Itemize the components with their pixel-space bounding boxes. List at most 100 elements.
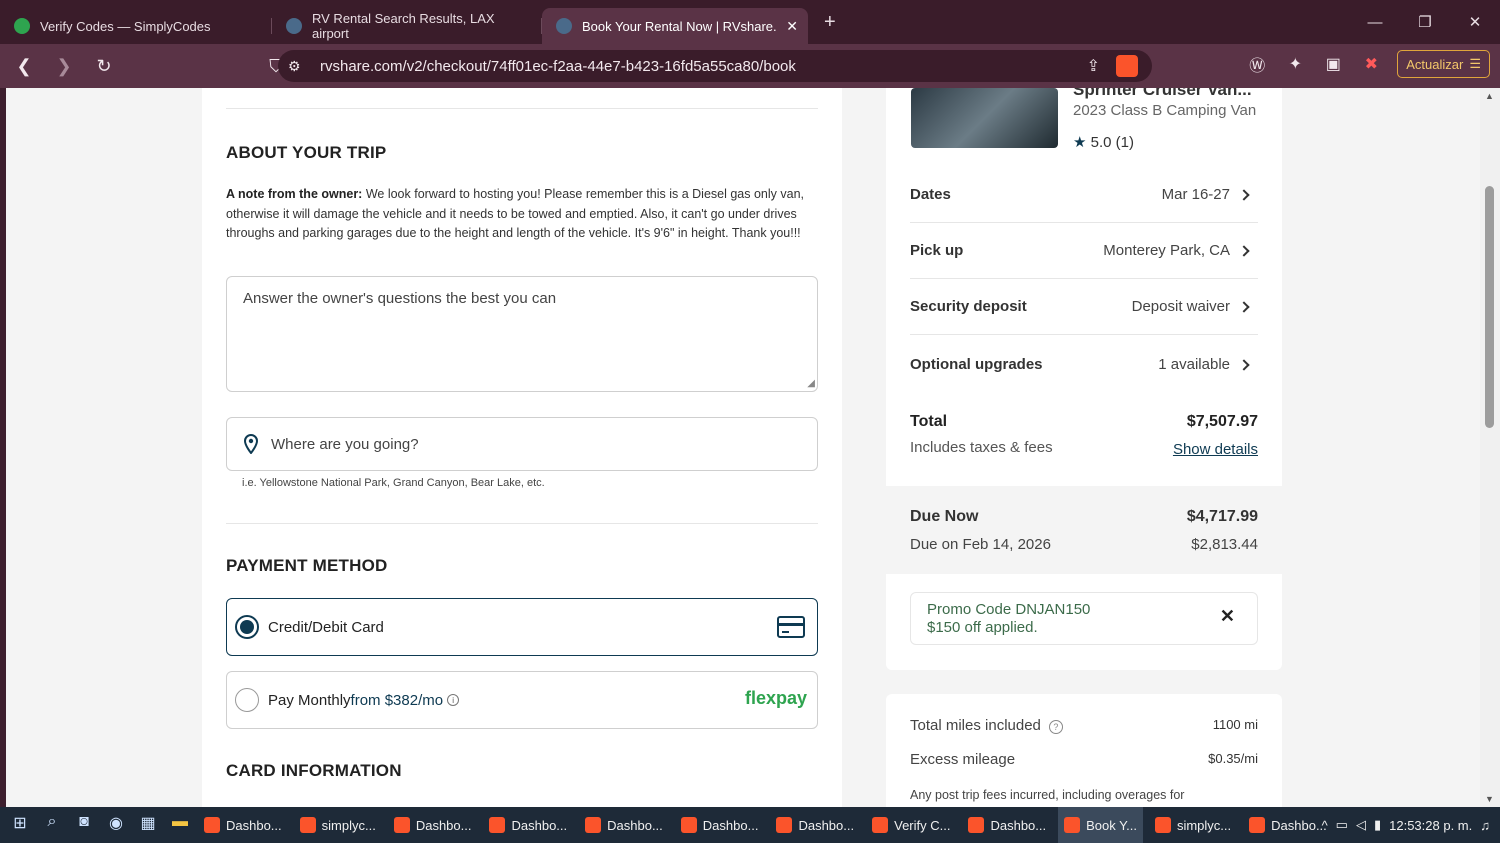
tab-title: Book Your Rental Now | RVshare. [582,18,777,34]
location-pin-icon [243,434,259,454]
minimize-icon[interactable]: — [1350,14,1400,31]
promo-code-banner: Promo Code DNJAN150 $150 off applied. ✕ [910,592,1258,645]
folder-icon[interactable]: ▬ [168,813,192,837]
battery-icon[interactable]: ▮ [1374,817,1381,833]
taskbar-item-label: Verify C... [894,817,951,833]
site-settings-icon[interactable]: ⚙ [288,58,301,75]
network-icon[interactable]: ▭ [1336,817,1348,833]
taskbar-item-label: Dashbo... [607,817,663,833]
card-payment-option[interactable]: Credit/Debit Card [226,598,818,656]
owner-questions-textarea[interactable]: Answer the owner's questions the best yo… [226,276,818,392]
scrollbar-thumb[interactable] [1485,186,1494,428]
wallet-icon[interactable]: Ⓦ [1245,52,1269,76]
calculator-icon[interactable]: ▦ [136,813,160,837]
taskbar-item-label: Dashbo... [798,817,855,833]
taskbar-item-label: simplyc... [1176,817,1232,833]
back-icon[interactable]: ❮ [8,56,40,77]
monthly-payment-option[interactable]: Pay Monthly from $382/mo i flexpay [226,671,818,729]
search-icon[interactable]: ⌕ [40,813,64,837]
card-radio[interactable] [235,615,259,639]
forward-icon[interactable]: ❯ [48,56,80,77]
taskbar-item[interactable]: Dashbo... [388,807,478,843]
summary-row-upgrades[interactable]: Optional upgrades 1 available [910,336,1258,392]
restore-icon[interactable]: ❐ [1400,13,1450,31]
extensions-icon[interactable]: ✦ [1283,54,1307,74]
remove-promo-icon[interactable]: ✕ [1220,607,1235,625]
summary-row-pickup[interactable]: Pick up Monterey Park, CA [910,223,1258,279]
brave-icon [1249,817,1266,833]
taskbar-item[interactable]: simplyc... [1149,807,1237,843]
url-text[interactable]: rvshare.com/v2/checkout/74ff01ec-f2aa-44… [320,58,796,75]
taskbar-item[interactable]: Dashbo... [770,807,860,843]
new-tab-button[interactable]: + [824,11,836,34]
monthly-radio[interactable] [235,688,259,712]
promo-code: Promo Code DNJAN150 [927,601,1091,618]
rvshare-favicon-icon [286,18,302,34]
help-icon[interactable]: ? [1048,720,1063,734]
camera-icon[interactable]: ◙ [72,813,96,837]
tab-verify-codes[interactable]: Verify Codes — SimplyCodes [0,8,272,44]
taskbar-item[interactable]: Dashbo... [962,807,1052,843]
scroll-up-icon[interactable]: ▲ [1485,91,1494,101]
rating-value: 5.0 (1) [1090,134,1134,151]
reload-icon[interactable]: ↻ [88,56,120,77]
vehicle-name[interactable]: Sprinter Cruiser Van... [1073,88,1252,100]
chevron-right-icon [1238,189,1250,201]
clock[interactable]: 12:53:28 p. m. [1389,818,1472,833]
taskbar-item[interactable]: Book Y... [1058,807,1143,843]
taskbar-item[interactable]: Verify C... [866,807,956,843]
brave-icon [776,817,793,833]
destination-input[interactable]: Where are you going? [226,417,818,471]
booking-summary-card: Sprinter Cruiser Van... 2023 Class B Cam… [886,88,1282,670]
about-trip-heading: ABOUT YOUR TRIP [226,143,387,162]
page-scrollbar[interactable]: ▲ ▼ [1480,88,1500,807]
profile-icon[interactable]: ✖ [1359,54,1383,74]
windows-start-icon[interactable]: ⊞ [8,813,32,837]
resize-handle-icon[interactable]: ◢ [807,378,815,389]
taskbar-item[interactable]: Dashbo... [483,807,573,843]
info-icon[interactable]: i [447,694,460,706]
notification-icon[interactable]: ♫ [1480,818,1490,833]
tab-rv-search[interactable]: RV Rental Search Results, LAX airport [272,8,542,44]
taskbar-item[interactable]: Dashbo... [675,807,765,843]
star-icon: ★ [1073,134,1087,151]
due-later-label: Due on Feb 14, 2026 [910,536,1051,553]
share-icon[interactable]: ⇪ [1087,56,1100,76]
menu-icon: ☰ [1469,56,1481,71]
row-label: Pick up [910,242,964,259]
row-value: Mar 16-27 [1162,186,1258,203]
due-later-value: $2,813.44 [1191,536,1258,553]
tray-expand-icon[interactable]: ^ [1322,818,1328,833]
owner-note: A note from the owner: We look forward t… [226,185,816,244]
mileage-card: Total miles included? 1100 mi Excess mil… [886,694,1282,807]
credit-card-icon [777,616,805,638]
vehicle-type: 2023 Class B Camping Van [1073,102,1257,119]
card-information-heading: CARD INFORMATION [226,761,402,780]
address-bar[interactable]: ⚙ rvshare.com/v2/checkout/74ff01ec-f2aa-… [278,50,1152,82]
summary-row-dates[interactable]: Dates Mar 16-27 [910,167,1258,223]
system-tray: ^ ▭ ◁ ▮ 12:53:28 p. m. ♫ [1322,807,1490,843]
close-window-icon[interactable]: ✕ [1450,13,1500,31]
taskbar-item-label: Dashbo... [1271,817,1327,833]
destination-placeholder: Where are you going? [271,435,419,453]
taskbar-item[interactable]: simplyc... [294,807,382,843]
brave-shields-icon[interactable] [1116,55,1138,77]
update-button[interactable]: Actualizar ☰ [1397,50,1490,78]
taskbar-item[interactable]: Dashbo... [198,807,288,843]
browser-icon[interactable]: ◉ [104,813,128,837]
brave-icon [204,817,220,833]
summary-row-security-deposit[interactable]: Security deposit Deposit waiver [910,279,1258,335]
textarea-placeholder: Answer the owner's questions the best yo… [243,290,557,307]
volume-icon[interactable]: ◁ [1356,817,1366,833]
scroll-down-icon[interactable]: ▼ [1485,794,1494,804]
window-controls: — ❐ ✕ [1350,0,1500,44]
show-details-link[interactable]: Show details [1173,441,1258,458]
taskbar-item[interactable]: Dashbo... [1243,807,1333,843]
tab-book-rental[interactable]: Book Your Rental Now | RVshare. ✕ [542,8,808,44]
tab-title: Verify Codes — SimplyCodes [40,18,211,34]
close-tab-icon[interactable]: ✕ [786,18,798,35]
monthly-amount: from $382/mo [350,691,444,709]
taskbar-item[interactable]: Dashbo... [579,807,669,843]
vehicle-thumbnail[interactable] [911,88,1058,148]
sidebar-icon[interactable]: ▣ [1321,54,1345,74]
